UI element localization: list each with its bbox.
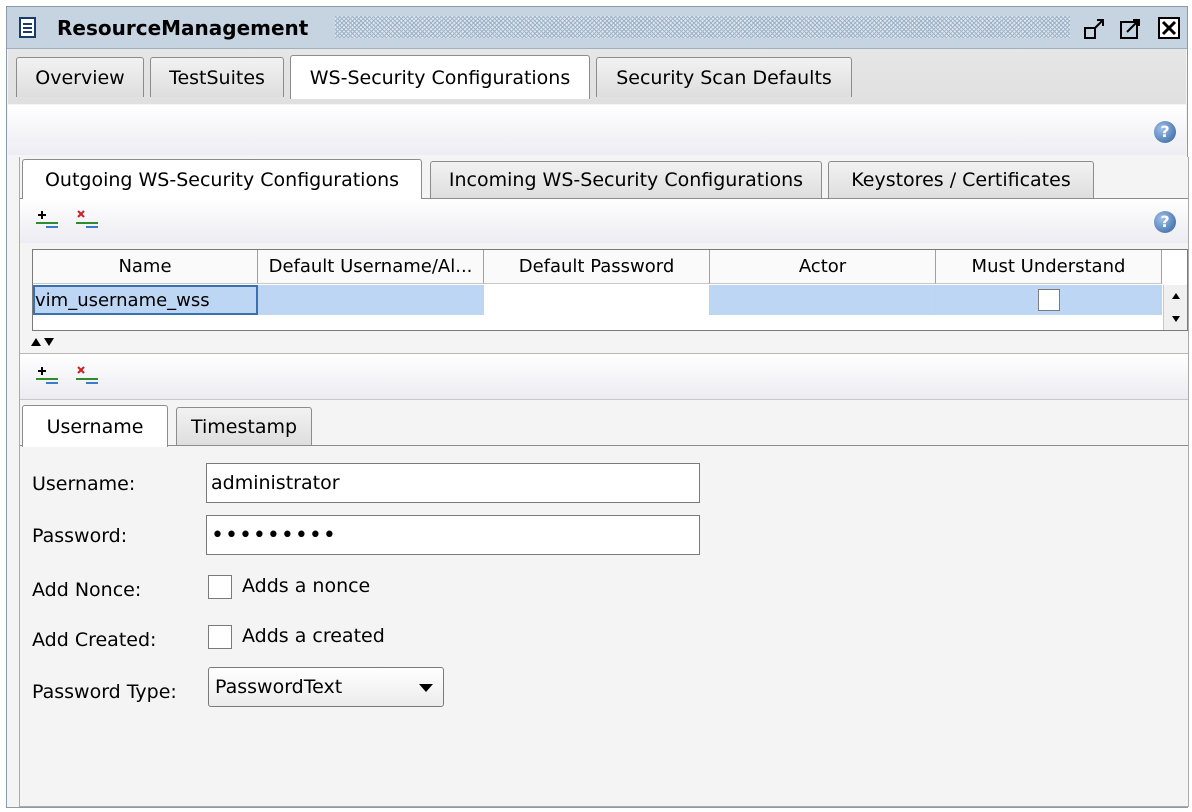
add-nonce-checkbox[interactable] xyxy=(208,575,232,599)
table-cell-password[interactable] xyxy=(484,285,710,315)
password-type-select[interactable]: PasswordText xyxy=(208,667,444,707)
title-bar-hatch xyxy=(335,16,1070,38)
tab-keystores-certificates[interactable]: Keystores / Certificates xyxy=(828,161,1094,198)
tab-label: Overview xyxy=(35,66,125,89)
ws-security-panel: Outgoing WS-Security Configurations Inco… xyxy=(19,157,1189,807)
tab-label: Username xyxy=(46,415,144,438)
password-input[interactable]: ••••••••• xyxy=(206,515,700,555)
tab-label: Security Scan Defaults xyxy=(616,66,832,89)
document-icon xyxy=(19,17,36,38)
tab-outgoing-ws-security[interactable]: Outgoing WS-Security Configurations xyxy=(22,159,422,199)
chevron-down-icon xyxy=(419,684,433,692)
entry-panel: Username Timestamp Username: administrat… xyxy=(20,401,1188,805)
entry-toolbar xyxy=(20,354,1188,400)
username-input[interactable]: administrator xyxy=(206,463,700,503)
column-header-must-understand[interactable]: Must Understand xyxy=(936,250,1162,284)
add-nonce-text[interactable]: Adds a nonce xyxy=(242,575,370,597)
column-header-default-password[interactable]: Default Password xyxy=(484,250,710,284)
tab-label: Keystores / Certificates xyxy=(851,169,1071,191)
window-title: ResourceManagement xyxy=(57,16,309,40)
close-icon[interactable] xyxy=(1157,16,1181,40)
configurations-table: Name Default Username/Al... Default Pass… xyxy=(32,249,1188,331)
add-created-label: Add Created: xyxy=(32,629,157,651)
add-nonce-label: Add Nonce: xyxy=(32,579,142,601)
tab-ws-security-configurations[interactable]: WS-Security Configurations xyxy=(290,55,590,99)
add-created-text[interactable]: Adds a created xyxy=(242,625,385,647)
must-understand-checkbox[interactable] xyxy=(1037,289,1060,311)
table-cell-username[interactable] xyxy=(258,285,484,315)
username-value: administrator xyxy=(211,472,340,494)
tab-label: Outgoing WS-Security Configurations xyxy=(44,168,400,191)
panel-splitter[interactable] xyxy=(20,332,1188,354)
tab-overview[interactable]: Overview xyxy=(16,57,144,97)
password-type-label: Password Type: xyxy=(32,681,177,703)
maximize-icon[interactable] xyxy=(1119,16,1143,40)
add-config-icon[interactable] xyxy=(34,209,60,233)
splitter-arrows-icon[interactable] xyxy=(30,335,60,351)
column-header-actor[interactable]: Actor xyxy=(710,250,936,284)
table-cell-must-understand xyxy=(936,285,1162,315)
main-tab-strip: Overview TestSuites WS-Security Configur… xyxy=(8,49,1186,140)
remove-config-icon[interactable] xyxy=(74,209,100,233)
tab-label: WS-Security Configurations xyxy=(309,66,571,89)
tab-label: Incoming WS-Security Configurations xyxy=(448,169,804,191)
tab-label: TestSuites xyxy=(169,66,265,89)
username-label: Username: xyxy=(32,473,136,495)
table-scrollbar[interactable] xyxy=(1163,285,1187,330)
column-header-name[interactable]: Name xyxy=(33,250,258,284)
tab-security-scan-defaults[interactable]: Security Scan Defaults xyxy=(596,57,852,97)
entry-tab-divider xyxy=(20,445,1188,446)
tab-label: Timestamp xyxy=(190,415,298,438)
title-bar: ResourceManagement xyxy=(7,7,1187,49)
tab-username[interactable]: Username xyxy=(22,405,168,447)
table-cell-actor[interactable] xyxy=(710,285,936,315)
help-icon[interactable]: ? xyxy=(1154,121,1176,143)
help-icon[interactable]: ? xyxy=(1154,211,1176,233)
add-entry-icon[interactable] xyxy=(34,365,60,389)
password-type-value: PasswordText xyxy=(215,676,343,698)
table-cell-name[interactable]: vim_username_wss xyxy=(33,285,258,315)
password-label: Password: xyxy=(32,525,128,547)
scroll-arrows-icon xyxy=(1172,293,1180,322)
tab-testsuites[interactable]: TestSuites xyxy=(150,57,284,97)
outgoing-toolbar: ? xyxy=(20,199,1188,243)
tab-incoming-ws-security[interactable]: Incoming WS-Security Configurations xyxy=(430,161,822,198)
remove-entry-icon[interactable] xyxy=(74,365,100,389)
column-header-default-username[interactable]: Default Username/Al... xyxy=(258,250,484,284)
add-created-checkbox[interactable] xyxy=(208,625,232,649)
password-value: ••••••••• xyxy=(211,522,337,548)
sub-tab-strip: Outgoing WS-Security Configurations Inco… xyxy=(20,157,1188,201)
tab-timestamp[interactable]: Timestamp xyxy=(176,407,312,445)
minimize-icon[interactable] xyxy=(1083,16,1107,40)
configuration-toolbar: ? xyxy=(8,105,1186,155)
resource-management-window: ResourceManagement Overview TestSuites W… xyxy=(6,6,1189,808)
